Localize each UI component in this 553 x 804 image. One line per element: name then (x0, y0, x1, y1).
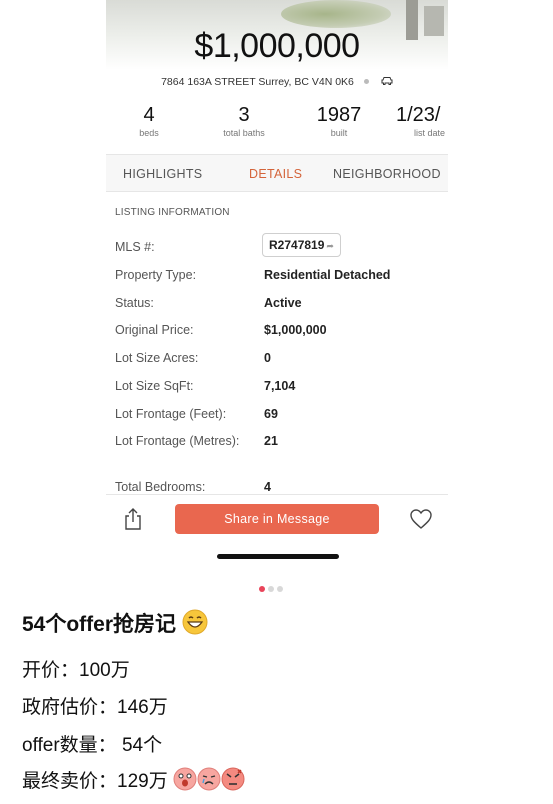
stat-value: 1987 (316, 104, 362, 126)
section-title: LISTING INFORMATION (115, 207, 230, 218)
detail-label: Lot Frontage (Metres): (115, 434, 240, 448)
pager-dot[interactable] (268, 586, 274, 592)
action-bar: Share in Message (106, 494, 448, 542)
detail-value: 0 (264, 351, 271, 365)
stat-value: 3 (238, 104, 250, 126)
detail-value: Active (264, 296, 302, 310)
stat-label: built (330, 128, 348, 138)
mls-number: R2747819 (269, 238, 325, 252)
listing-address: 7864 163A STREET Surrey, BC V4N 0K6 (161, 76, 354, 88)
detail-value: Residential Detached (264, 268, 391, 282)
stat-beds: 4 beds (130, 104, 168, 138)
heart-icon[interactable] (409, 507, 433, 531)
detail-value: 69 (264, 407, 278, 421)
share-icon[interactable] (122, 507, 144, 531)
post-line-offer-count: offer数量： 54个 (22, 735, 163, 756)
stat-label: beds (139, 128, 159, 138)
stat-value: 4 (143, 104, 155, 126)
angry-face-icon (221, 767, 245, 797)
detail-label: Lot Size SqFt: (115, 379, 194, 393)
listing-stats: 4 beds 3 total baths 1987 built 1/23/ li… (106, 104, 448, 144)
home-indicator (217, 554, 339, 559)
image-pager[interactable] (259, 579, 286, 597)
listing-price: $1,000,000 (194, 27, 360, 65)
car-icon[interactable] (381, 76, 393, 88)
photo-greenery (281, 0, 391, 28)
address-row: 7864 163A STREET Surrey, BC V4N 0K6 (106, 76, 448, 88)
tab-neighborhood[interactable]: NEIGHBORHOOD (333, 167, 441, 181)
shocked-face-icon (173, 767, 197, 797)
detail-label: Property Type: (115, 268, 197, 282)
stat-label: list date (414, 128, 446, 138)
stat-list-date: 1/23/ list date (396, 104, 448, 138)
post-line-asking-price: 开价：100万 (22, 660, 130, 681)
share-in-message-button[interactable]: Share in Message (175, 504, 379, 534)
separator-dot (363, 79, 369, 85)
listing-screenshot: $1,000,000 7864 163A STREET Surrey, BC V… (106, 0, 448, 560)
post-title-text: 54个offer抢房记 (22, 613, 177, 636)
stat-built: 1987 built (313, 104, 365, 138)
share-arrow-icon: ➦ (326, 241, 334, 251)
post-title: 54个offer抢房记 (22, 608, 208, 641)
detail-label: MLS #: (115, 240, 155, 254)
grinning-face-icon (182, 609, 208, 641)
final-price-text: 最终卖价：129万 (22, 771, 168, 792)
tab-details[interactable]: DETAILS (249, 167, 302, 181)
detail-value: 21 (264, 434, 278, 448)
detail-value: $1,000,000 (264, 323, 327, 337)
post-line-final-price: 最终卖价：129万 (22, 766, 245, 797)
detail-label: Status: (115, 296, 154, 310)
stat-label: total baths (223, 128, 265, 138)
post-line-assessed-value: 政府估价：146万 (22, 697, 168, 718)
pager-dot-active[interactable] (259, 586, 265, 592)
detail-label: Lot Size Acres: (115, 351, 199, 365)
detail-value: 7,104 (264, 379, 296, 393)
crying-face-icon (197, 767, 221, 797)
stat-baths: 3 total baths (214, 104, 274, 138)
listing-tabs: HIGHLIGHTS DETAILS NEIGHBORHOOD (106, 154, 448, 192)
mls-number-button[interactable]: R2747819 ➦ (262, 233, 341, 257)
tab-highlights[interactable]: HIGHLIGHTS (123, 167, 202, 181)
detail-label: Lot Frontage (Feet): (115, 407, 227, 421)
detail-label: Original Price: (115, 323, 194, 337)
stat-value: 1/23/ (396, 104, 441, 126)
pager-dot[interactable] (277, 586, 283, 592)
